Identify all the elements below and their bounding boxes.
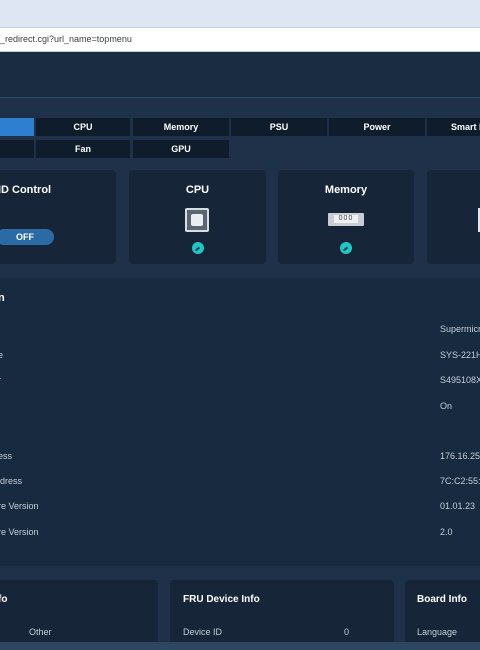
info-row-label: ess (0, 451, 13, 461)
memory-card-title: Memory (324, 184, 368, 196)
cpu-chip-icon (185, 208, 209, 232)
tab-label: Smart F (451, 122, 480, 132)
fru-device-id-value: 0 (344, 627, 350, 637)
board-info-title: Board Info (417, 594, 467, 605)
info-row-label: r (0, 375, 1, 385)
info-row-value: Supermicr (440, 324, 480, 334)
uid-toggle[interactable]: OFF (0, 229, 54, 245)
tab-memory[interactable]: Memory (133, 118, 229, 136)
system-info-panel (0, 278, 480, 566)
info-row-label: re Version (0, 527, 39, 537)
board-info-card (405, 580, 480, 650)
tab-hidden[interactable] (0, 140, 34, 158)
tab-fan[interactable]: Fan (36, 140, 130, 158)
info-row-value: 7C:C2:55: (440, 476, 480, 486)
cpu-card-title: CPU (185, 184, 210, 196)
info-row-value: On (440, 401, 453, 411)
info-row-value: 176.16.25 (440, 451, 480, 461)
tab-label: CPU (73, 122, 93, 132)
address-bar[interactable]: l_redirect.cgi?url_name=topmenu (0, 28, 480, 52)
tab-smart[interactable]: Smart F (427, 118, 480, 136)
fru-device-info-title: FRU Device Info (183, 594, 260, 605)
app-header (0, 52, 480, 98)
tab-label: PSU (269, 122, 289, 132)
memory-module-icon: 000 (328, 213, 364, 226)
other-info-text: Other (29, 627, 52, 637)
next-status-card[interactable] (427, 170, 480, 264)
tab-overview[interactable]: w (0, 118, 34, 136)
info-row-label: e (0, 350, 4, 360)
info-row-label: ldress (0, 476, 23, 486)
fru-device-id-label: Device ID (183, 627, 223, 637)
info-row-value: 2.0 (440, 527, 453, 537)
tab-label: GPU (171, 144, 191, 154)
info-row-value: 01.01.23 (440, 501, 476, 511)
cpu-status-ok-icon (192, 242, 204, 254)
tab-psu[interactable]: PSU (231, 118, 327, 136)
fru-device-info-card (170, 580, 394, 650)
tab-label: Memory (163, 122, 199, 132)
tab-cpu[interactable]: CPU (36, 118, 130, 136)
tab-label: Power (363, 122, 391, 132)
info-row-label: re Version (0, 501, 39, 511)
info-row-value: S495108X (440, 375, 480, 385)
board-language-label: Language (417, 627, 458, 637)
url-text[interactable]: l_redirect.cgi?url_name=topmenu (0, 34, 132, 44)
memory-icon-text: 000 (334, 215, 358, 223)
system-info-title: n (0, 292, 5, 304)
other-info-card (0, 580, 158, 650)
tab-gpu[interactable]: GPU (133, 140, 229, 158)
memory-status-ok-icon (340, 242, 352, 254)
tab-label: Fan (74, 144, 91, 154)
tab-power[interactable]: Power (329, 118, 425, 136)
other-info-title: fo (0, 594, 8, 605)
browser-tab-strip (0, 0, 480, 28)
uid-control-title: UID Control (0, 184, 52, 196)
info-row-value: SYS-221H (440, 350, 480, 360)
bottom-scroll-strip[interactable] (0, 642, 480, 650)
